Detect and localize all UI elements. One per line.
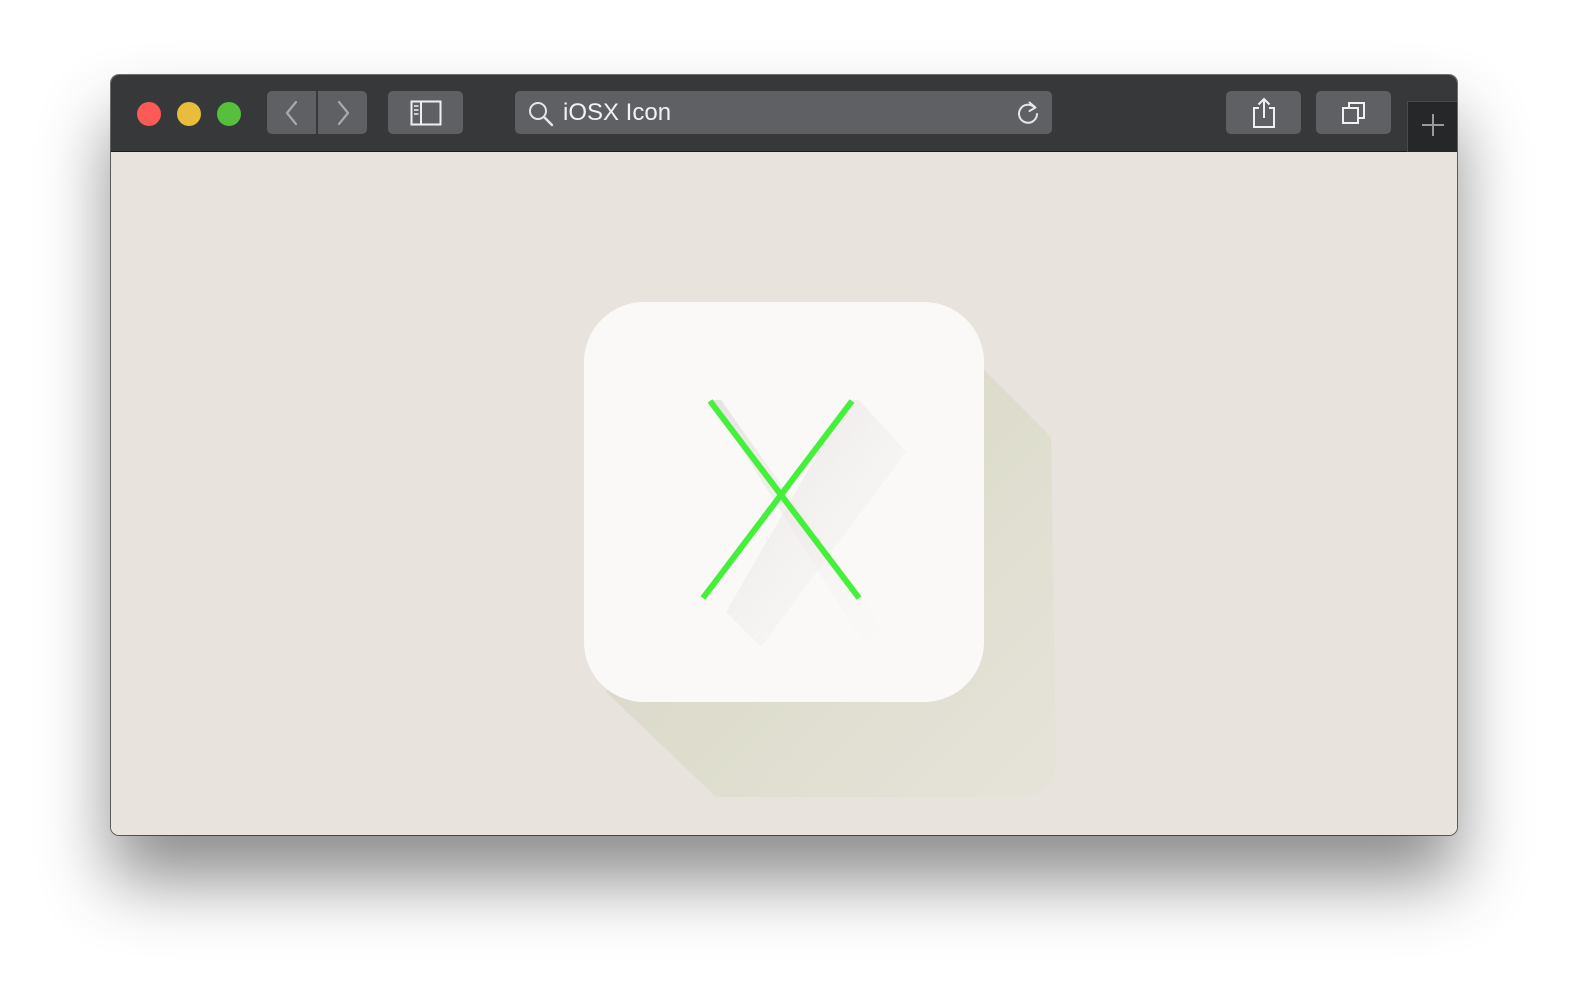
sidebar-icon bbox=[410, 100, 442, 126]
address-bar[interactable]: iOSX Icon bbox=[515, 91, 1052, 134]
new-tab-button[interactable] bbox=[1407, 101, 1457, 152]
share-button[interactable] bbox=[1226, 91, 1301, 134]
reload-icon[interactable] bbox=[1014, 99, 1042, 132]
chevron-left-icon bbox=[282, 99, 302, 127]
zoom-button[interactable] bbox=[217, 102, 241, 126]
search-icon bbox=[527, 100, 555, 133]
minimize-button[interactable] bbox=[177, 102, 201, 126]
sidebar-button[interactable] bbox=[388, 91, 463, 134]
close-button[interactable] bbox=[137, 102, 161, 126]
back-button[interactable] bbox=[267, 91, 316, 134]
chevron-right-icon bbox=[333, 99, 353, 127]
plus-icon bbox=[1421, 113, 1445, 142]
tabs-overview-icon bbox=[1341, 100, 1367, 126]
page-content bbox=[111, 152, 1457, 835]
address-text[interactable]: iOSX Icon bbox=[563, 100, 671, 126]
toolbar: iOSX Icon bbox=[111, 75, 1457, 152]
browser-window: iOSX Icon bbox=[111, 75, 1457, 835]
share-icon bbox=[1251, 97, 1277, 129]
osx-app-icon bbox=[556, 302, 1216, 827]
tabs-overview-button[interactable] bbox=[1316, 91, 1391, 134]
forward-button[interactable] bbox=[318, 91, 367, 134]
